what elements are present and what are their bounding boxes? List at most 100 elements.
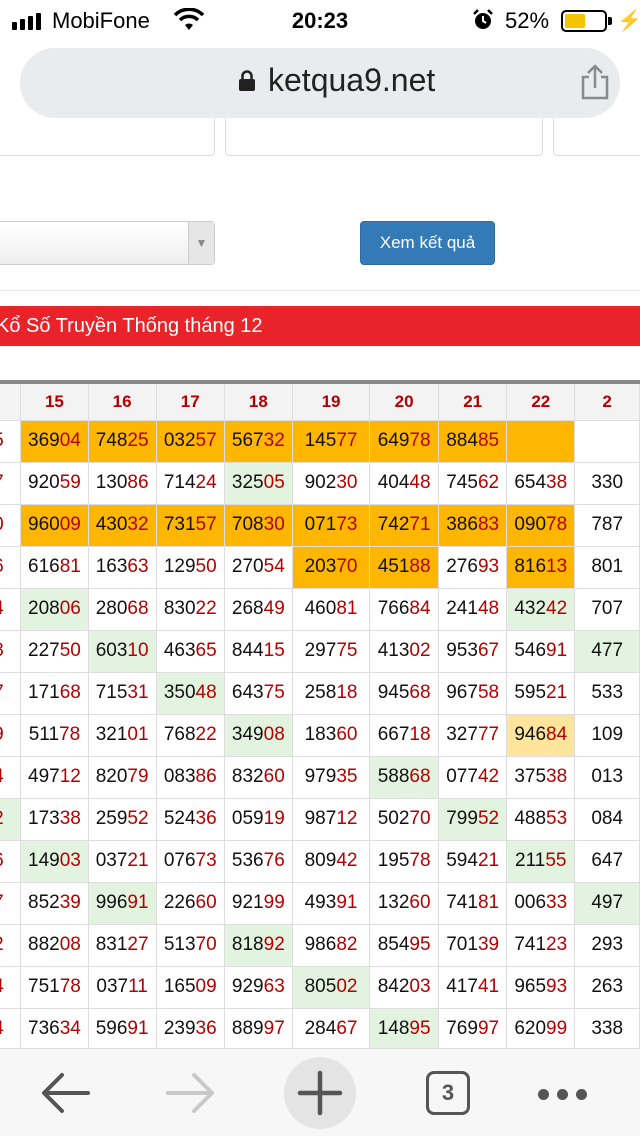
result-cell: 96758 xyxy=(438,671,508,715)
result-cell: 084 xyxy=(574,797,640,841)
column-header: 2 xyxy=(574,381,640,421)
filter-input-2[interactable] xyxy=(225,118,543,156)
share-icon[interactable] xyxy=(578,64,612,100)
result-cell: 42 xyxy=(0,797,22,841)
result-cell: 92059 xyxy=(20,461,89,505)
result-cell: 84203 xyxy=(369,965,440,1009)
result-cell: 07 xyxy=(0,461,22,505)
result-cell: 07673 xyxy=(155,839,225,883)
result-cell: 03721 xyxy=(87,839,157,883)
result-cell: 59521 xyxy=(506,671,576,715)
address-bar[interactable]: ketqua9.net xyxy=(20,48,620,118)
result-cell: 83260 xyxy=(223,755,293,799)
province-select[interactable]: ▼ xyxy=(0,221,215,265)
result-cell: 35048 xyxy=(155,671,225,715)
result-cell: 41741 xyxy=(438,965,508,1009)
result-cell: 51178 xyxy=(20,713,89,757)
column-header: 17 xyxy=(155,381,225,421)
table-row: 0288208831275137081892986828549570139741… xyxy=(0,923,640,967)
new-tab-button[interactable] xyxy=(284,1057,356,1129)
result-cell: 25818 xyxy=(291,671,371,715)
table-body: 4536904748250325756732145776497888485079… xyxy=(0,419,640,1048)
plus-icon xyxy=(297,1070,343,1116)
result-cell: 56 xyxy=(0,839,22,883)
result-cell: 88208 xyxy=(20,923,89,967)
table-row: 8951178321017682234908183606671832777946… xyxy=(0,713,640,757)
result-cell xyxy=(574,419,640,463)
result-cell: 95367 xyxy=(438,629,508,673)
result-cell: 61681 xyxy=(20,545,89,589)
result-cell: 13260 xyxy=(369,881,440,925)
result-cell: 66718 xyxy=(369,713,440,757)
table-row: 8717168715313504864375258189456896758595… xyxy=(0,671,640,715)
result-cell: 88997 xyxy=(223,1007,293,1048)
result-cell: 94568 xyxy=(369,671,440,715)
result-cell: 96593 xyxy=(506,965,576,1009)
result-cell: 21155 xyxy=(506,839,576,883)
filter-input-3[interactable] xyxy=(553,118,640,156)
result-cell: 90230 xyxy=(291,461,371,505)
result-cell: 92199 xyxy=(223,881,293,925)
result-cell: 17168 xyxy=(20,671,89,715)
result-cell: 02 xyxy=(0,923,22,967)
result-cell: 80942 xyxy=(291,839,371,883)
result-cell: 14903 xyxy=(20,839,89,883)
result-cell: 28467 xyxy=(291,1007,371,1048)
result-cell: 20370 xyxy=(291,545,371,589)
result-cell: 00 xyxy=(0,503,22,547)
result-cell: 24148 xyxy=(438,587,508,631)
tabs-button[interactable]: 3 xyxy=(426,1071,470,1115)
result-cell: 51370 xyxy=(155,923,225,967)
table-row: 0792059130867142432505902304044874562654… xyxy=(0,461,640,505)
result-cell: 03257 xyxy=(155,419,225,463)
result-cell: 36904 xyxy=(20,419,89,463)
result-cell: 76 xyxy=(0,545,22,589)
result-cell: 76684 xyxy=(369,587,440,631)
lock-icon xyxy=(239,70,255,91)
back-arrow-icon[interactable] xyxy=(38,1071,92,1115)
result-cell: 81892 xyxy=(223,923,293,967)
result-cell: 62099 xyxy=(506,1007,576,1048)
battery-percent: 52% xyxy=(505,8,550,33)
more-options-icon[interactable] xyxy=(538,1089,587,1100)
result-cell: 82079 xyxy=(87,755,157,799)
column-header: 16 xyxy=(87,381,157,421)
result-cell: 76997 xyxy=(438,1007,508,1048)
page-content: ▼ Xem kết quả Kổ Số Truyền Thống tháng 1… xyxy=(0,118,640,1048)
url-text: ketqua9.net xyxy=(268,62,436,98)
result-cell: 71531 xyxy=(87,671,157,715)
column-header: 22 xyxy=(506,381,576,421)
result-cell: 38 xyxy=(0,629,22,673)
results-table: 15161718192021222 4536904748250325756732… xyxy=(0,380,640,1048)
result-cell: 52436 xyxy=(155,797,225,841)
result-cell: 293 xyxy=(574,923,640,967)
result-cell: 22750 xyxy=(20,629,89,673)
result-cell: 98712 xyxy=(291,797,371,841)
result-cell: 12950 xyxy=(155,545,225,589)
result-cell: 45 xyxy=(0,419,22,463)
result-cell: 49712 xyxy=(20,755,89,799)
result-cell: 109 xyxy=(574,713,640,757)
result-cell: 09078 xyxy=(506,503,576,547)
result-cell: 64375 xyxy=(223,671,293,715)
result-cell: 60310 xyxy=(87,629,157,673)
result-cell: 647 xyxy=(574,839,640,883)
forward-arrow-icon[interactable] xyxy=(164,1071,218,1115)
divider xyxy=(0,290,640,291)
result-cell: 70139 xyxy=(438,923,508,967)
column-header: 15 xyxy=(20,381,89,421)
filter-input-1[interactable] xyxy=(0,118,215,156)
view-results-button[interactable]: Xem kết quả xyxy=(360,221,495,265)
table-row: 5614903037210767353676809421957859421211… xyxy=(0,839,640,883)
result-cell: 65438 xyxy=(506,461,576,505)
result-cell: 64978 xyxy=(369,419,440,463)
result-cell: 37538 xyxy=(506,755,576,799)
result-cell: 26849 xyxy=(223,587,293,631)
charging-icon: ⚡ xyxy=(617,10,640,32)
result-cell: 25952 xyxy=(87,797,157,841)
result-cell: 27054 xyxy=(223,545,293,589)
results-table-wrapper[interactable]: 15161718192021222 4536904748250325756732… xyxy=(0,380,640,1048)
result-cell: 83022 xyxy=(155,587,225,631)
result-cell: 330 xyxy=(574,461,640,505)
column-header: 20 xyxy=(369,381,440,421)
